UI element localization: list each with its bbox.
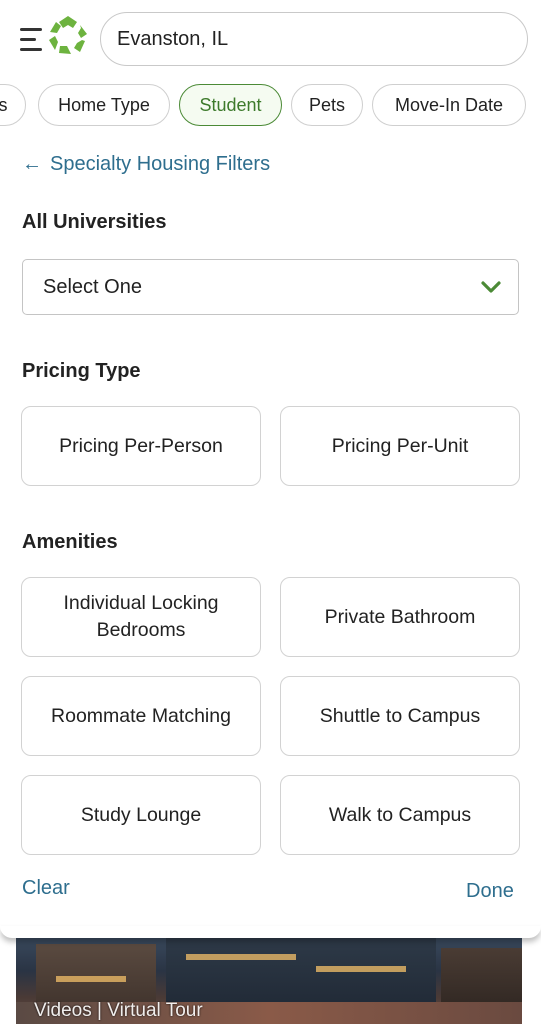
media-links-label[interactable]: Videos | Virtual Tour — [34, 1000, 203, 1022]
chip-beds-baths[interactable]: ns — [0, 84, 26, 126]
filter-chip-bar: ns Home Type Student Pets Move-In Date — [0, 84, 541, 128]
chevron-down-icon — [481, 281, 501, 293]
chip-move-in-date[interactable]: Move-In Date — [372, 84, 526, 126]
apartments-logo-icon[interactable] — [47, 14, 89, 56]
university-select[interactable]: Select One — [22, 259, 519, 315]
pricing-per-unit-option[interactable]: Pricing Per-Unit — [280, 406, 520, 486]
chip-pets[interactable]: Pets — [291, 84, 363, 126]
chip-student[interactable]: Student — [179, 84, 282, 126]
filter-panel-bottom-edge — [0, 926, 541, 938]
universities-title: All Universities — [22, 211, 167, 233]
back-link-label: Specialty Housing Filters — [50, 153, 271, 175]
top-header — [0, 0, 541, 80]
amenity-private-bathroom[interactable]: Private Bathroom — [280, 577, 520, 657]
photo-window-row — [186, 954, 296, 960]
done-button[interactable]: Done — [466, 880, 514, 903]
photo-window-row — [316, 966, 406, 972]
chip-home-type[interactable]: Home Type — [38, 84, 170, 126]
arrow-left-icon: ← — [22, 153, 42, 175]
location-search-field[interactable] — [117, 27, 527, 51]
amenity-roommate-matching[interactable]: Roommate Matching — [21, 676, 261, 756]
pricing-per-person-option[interactable]: Pricing Per-Person — [21, 406, 261, 486]
listing-photo[interactable]: Videos | Virtual Tour — [16, 936, 522, 1024]
menu-icon[interactable] — [20, 26, 46, 54]
amenity-study-lounge[interactable]: Study Lounge — [21, 775, 261, 855]
photo-window-row — [56, 976, 126, 982]
amenities-title: Amenities — [22, 531, 118, 553]
amenity-shuttle-to-campus[interactable]: Shuttle to Campus — [280, 676, 520, 756]
pricing-type-title: Pricing Type — [22, 360, 141, 382]
amenity-walk-to-campus[interactable]: Walk to Campus — [280, 775, 520, 855]
clear-button[interactable]: Clear — [22, 877, 70, 900]
specialty-housing-back-link[interactable]: ← Specialty Housing Filters — [22, 153, 270, 176]
amenity-individual-locking-bedrooms[interactable]: Individual Locking Bedrooms — [21, 577, 261, 657]
university-select-value: Select One — [43, 275, 142, 298]
location-search-input[interactable] — [100, 12, 528, 66]
